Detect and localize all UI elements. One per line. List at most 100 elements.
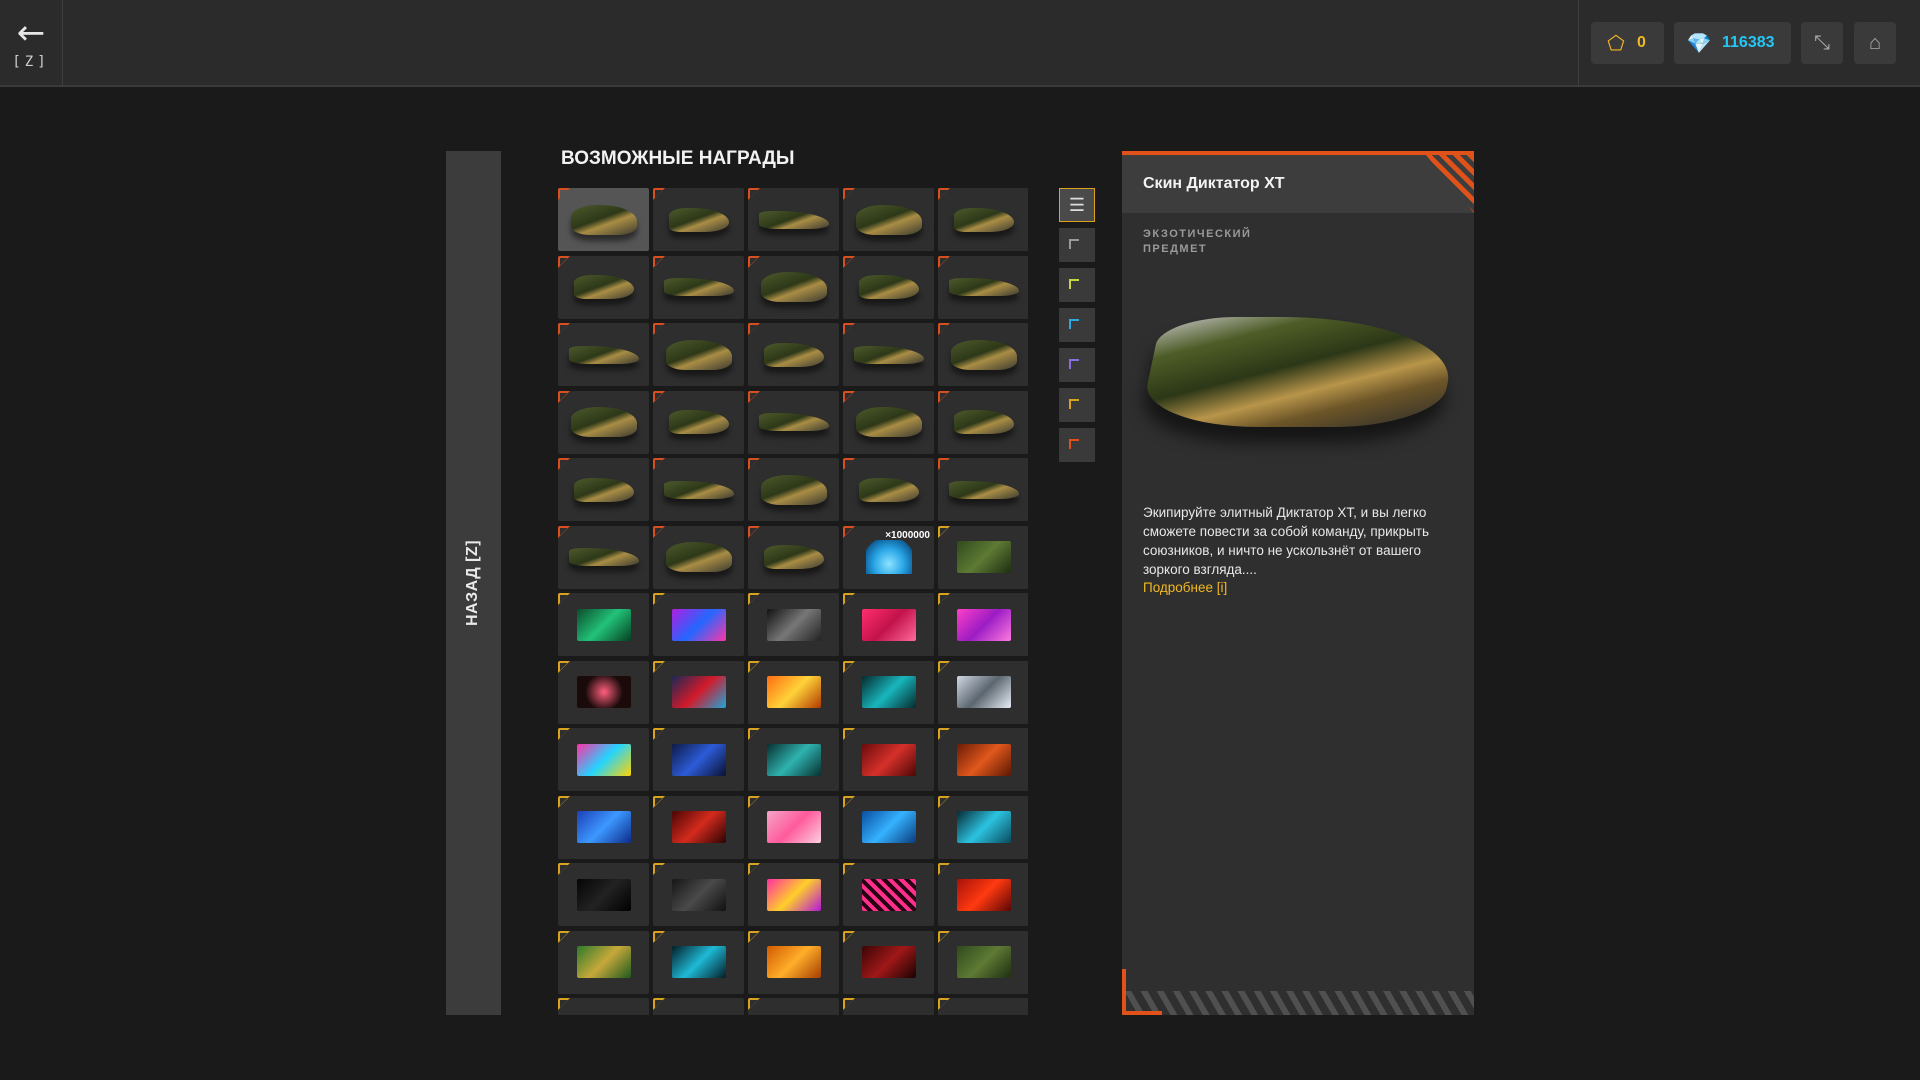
crystal-counter[interactable]: 💎 116383: [1674, 22, 1791, 64]
reward-item-cell[interactable]: [938, 728, 1028, 791]
reward-item-cell[interactable]: [938, 863, 1028, 926]
reward-item-cell[interactable]: [843, 593, 934, 656]
rarity-filter-button[interactable]: [1059, 308, 1095, 342]
exit-fullscreen-button[interactable]: ⤡: [1801, 22, 1843, 64]
reward-item-cell[interactable]: [938, 323, 1028, 386]
reward-item-cell[interactable]: [653, 458, 744, 521]
tank-part-thumbnail: [760, 474, 827, 505]
paint-thumbnail: [766, 743, 821, 776]
reward-item-cell[interactable]: [558, 255, 649, 319]
reward-item-cell[interactable]: [558, 863, 649, 926]
reward-item-cell[interactable]: [653, 188, 744, 251]
rarity-flag-icon: [1069, 399, 1079, 409]
reward-item-cell[interactable]: [938, 458, 1028, 521]
reward-item-cell[interactable]: [843, 660, 934, 724]
reward-item-cell[interactable]: [938, 660, 1028, 724]
reward-item-cell[interactable]: [748, 188, 839, 251]
reward-item-cell[interactable]: [748, 593, 839, 656]
reward-item-cell[interactable]: [653, 728, 744, 791]
rarity-filter-button[interactable]: [1059, 268, 1095, 302]
reward-item-cell[interactable]: [748, 323, 839, 386]
reward-item-cell[interactable]: [558, 660, 649, 724]
reward-item-cell[interactable]: [938, 795, 1028, 859]
reward-item-cell[interactable]: [653, 390, 744, 454]
side-back-button[interactable]: НАЗАД [Z]: [446, 151, 501, 1015]
rarity-filter-button[interactable]: [1059, 348, 1095, 382]
rarity-corner-marker: [843, 863, 855, 875]
garage-button[interactable]: ⌂: [1854, 22, 1896, 64]
rewards-grid-scroll[interactable]: ×1000000: [558, 188, 1028, 1015]
reward-item-cell[interactable]: [938, 525, 1028, 589]
reward-item-cell[interactable]: [748, 863, 839, 926]
filter-icon: ☰: [1068, 194, 1086, 215]
reward-item-cell[interactable]: [558, 390, 649, 454]
reward-item-cell[interactable]: [748, 458, 839, 521]
reward-item-cell[interactable]: [653, 795, 744, 859]
reward-item-cell[interactable]: [558, 593, 649, 656]
rarity-corner-marker: [843, 795, 855, 808]
crystal-pile-image: [865, 540, 912, 574]
decorative-stripes: [1426, 155, 1474, 213]
reward-item-cell[interactable]: [748, 525, 839, 589]
rarity-filter-button[interactable]: [1059, 388, 1095, 422]
reward-item-cell[interactable]: [938, 593, 1028, 656]
reward-item-cell[interactable]: [558, 998, 649, 1015]
reward-item-cell[interactable]: [653, 255, 744, 319]
paint-thumbnail: [861, 743, 916, 776]
rarity-corner-marker: [748, 390, 760, 403]
reward-item-cell[interactable]: [748, 998, 839, 1015]
reward-item-cell[interactable]: [748, 390, 839, 454]
rarity-filter-button[interactable]: [1059, 428, 1095, 462]
reward-item-cell[interactable]: [653, 593, 744, 656]
reward-item-cell[interactable]: [653, 998, 744, 1015]
reward-item-cell[interactable]: [653, 323, 744, 386]
tank-part-thumbnail: [573, 275, 634, 299]
reward-item-cell[interactable]: [843, 390, 934, 454]
rarity-corner-marker: [748, 458, 760, 470]
reward-item-cell[interactable]: [558, 188, 649, 251]
reward-item-cell[interactable]: ×1000000: [843, 525, 934, 589]
reward-item-cell[interactable]: [748, 255, 839, 319]
reward-item-cell[interactable]: [558, 795, 649, 859]
reward-item-cell[interactable]: [558, 458, 649, 521]
reward-item-cell[interactable]: [558, 728, 649, 791]
reward-item-cell[interactable]: [843, 255, 934, 319]
reward-item-cell[interactable]: [938, 390, 1028, 454]
reward-item-cell[interactable]: [558, 930, 649, 994]
back-button[interactable]: ← [Z]: [0, 0, 63, 87]
rarity-corner-marker: [938, 255, 950, 268]
reward-item-cell[interactable]: [748, 728, 839, 791]
paint-thumbnail: [671, 676, 726, 708]
reward-item-cell[interactable]: [843, 863, 934, 926]
reward-item-cell[interactable]: [843, 998, 934, 1015]
reward-item-cell[interactable]: [653, 525, 744, 589]
exit-fullscreen-icon: ⤡: [1814, 31, 1830, 54]
rarity-filter-button[interactable]: [1059, 228, 1095, 262]
reward-item-cell[interactable]: [653, 863, 744, 926]
paint-thumbnail: [861, 676, 916, 708]
reward-item-cell[interactable]: [843, 930, 934, 994]
reward-item-cell[interactable]: [938, 188, 1028, 251]
reward-item-cell[interactable]: [558, 323, 649, 386]
reward-item-cell[interactable]: [748, 795, 839, 859]
reward-item-cell[interactable]: [843, 795, 934, 859]
reward-item-cell[interactable]: [938, 255, 1028, 319]
reward-item-cell[interactable]: [653, 660, 744, 724]
reward-item-cell[interactable]: [843, 728, 934, 791]
reward-item-cell[interactable]: [653, 930, 744, 994]
reward-item-cell[interactable]: [558, 525, 649, 589]
filter-menu-button[interactable]: ☰: [1059, 188, 1095, 222]
rarity-corner-marker: [558, 188, 570, 200]
reward-item-cell[interactable]: [748, 930, 839, 994]
rarity-corner-marker: [748, 863, 760, 875]
rarity-corner-marker: [938, 795, 950, 808]
tank-part-thumbnail: [953, 207, 1014, 232]
reward-item-cell[interactable]: [938, 998, 1028, 1015]
gold-counter[interactable]: ⬠ 0: [1591, 22, 1664, 64]
reward-item-cell[interactable]: [748, 660, 839, 724]
reward-item-cell[interactable]: [843, 458, 934, 521]
reward-item-cell[interactable]: [843, 323, 934, 386]
reward-item-cell[interactable]: [938, 930, 1028, 994]
more-info-link[interactable]: Подробнее [i]: [1143, 580, 1474, 595]
reward-item-cell[interactable]: [843, 188, 934, 251]
